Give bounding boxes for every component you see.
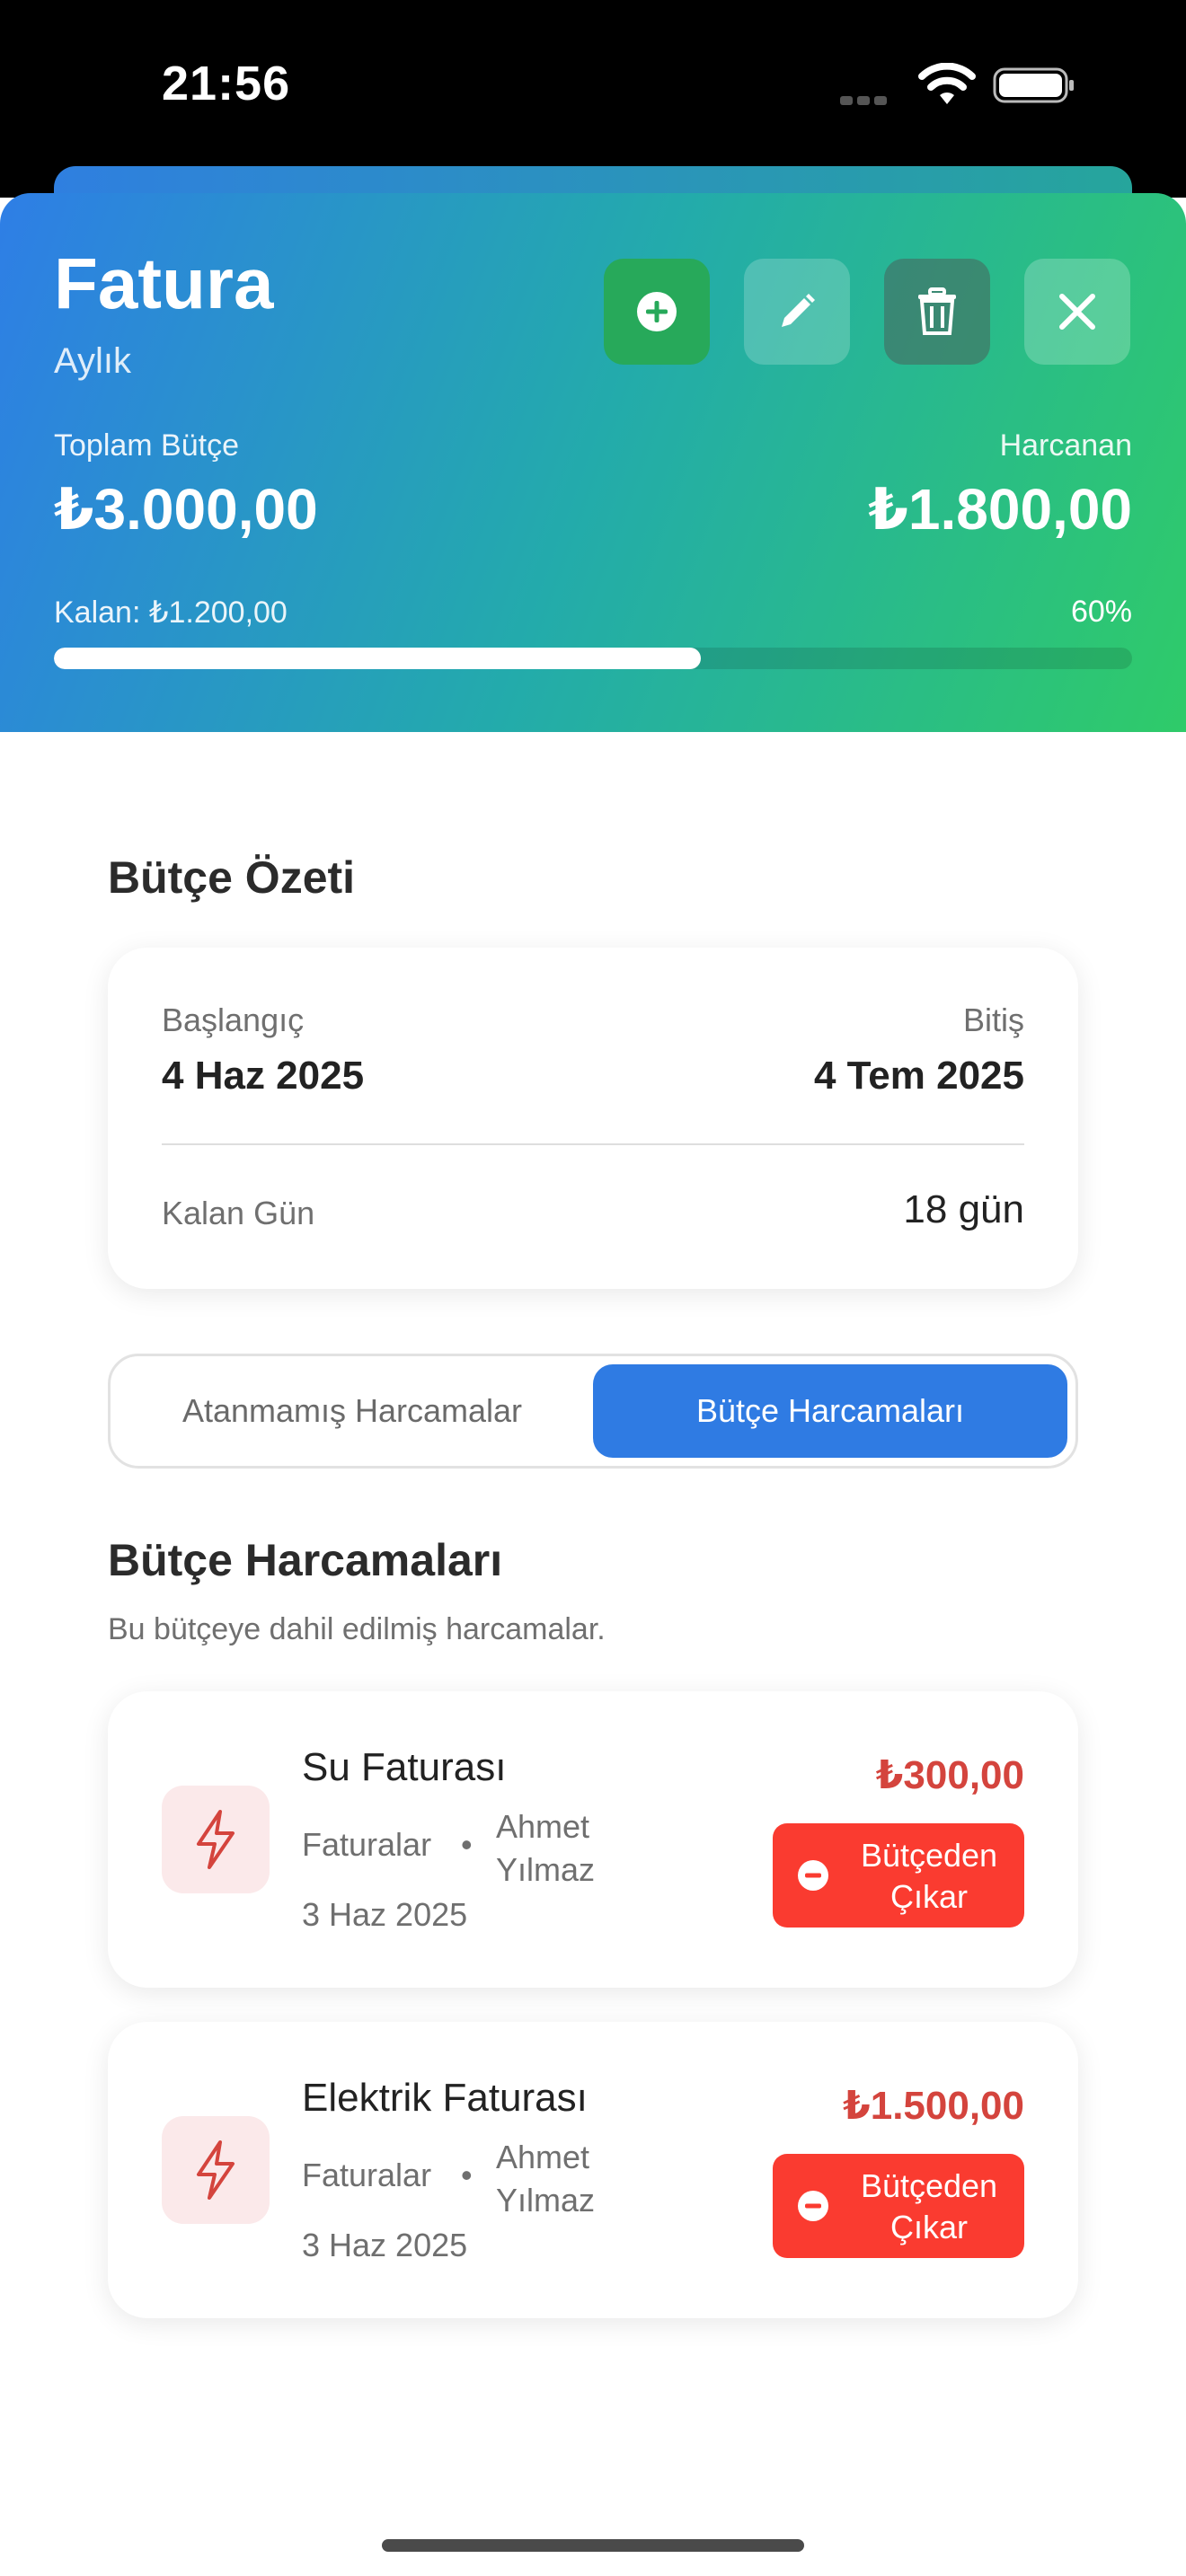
expense-category-icon (162, 1786, 270, 1893)
meta-separator: • (461, 2157, 473, 2193)
end-date-label: Bitiş (962, 1001, 1024, 1038)
start-date-label: Başlangıç (162, 1001, 305, 1038)
expense-date: 3 Haz 2025 (302, 1896, 468, 1933)
lightning-icon (197, 2140, 235, 2200)
progress-percent: 60% (1070, 595, 1132, 629)
budget-progress-fill (54, 648, 701, 669)
expense-category: Faturalar (302, 2157, 432, 2193)
pencil-icon (782, 294, 815, 327)
status-time: 21:56 (162, 57, 291, 110)
expense-name: Elektrik Faturası (302, 2076, 588, 2120)
remove-from-budget-button[interactable]: Bütçeden Çıkar (773, 1823, 1024, 1928)
summary-title: Bütçe Özeti (108, 852, 356, 903)
trash-icon (918, 287, 956, 335)
expense-category: Faturalar (302, 1826, 432, 1863)
start-date-value: 4 Haz 2025 (162, 1054, 365, 1098)
expense-segmented-control: Atanmamış Harcamalar Bütçe Harcamaları (108, 1354, 1078, 1469)
expenses-title: Bütçe Harcamaları (108, 1535, 503, 1585)
summary-divider (162, 1143, 1024, 1145)
minus-circle-icon (798, 1860, 828, 1891)
meta-separator: • (461, 1826, 473, 1863)
summary-card: Başlangıç 4 Haz 2025 Bitiş 4 Tem 2025 Ka… (108, 948, 1078, 1289)
budget-progress-bar (54, 648, 1132, 669)
expense-card[interactable]: Su Faturası Faturalar • Ahmet Yılmaz 3 H… (108, 1691, 1078, 1988)
remove-from-budget-button[interactable]: Bütçeden Çıkar (773, 2154, 1024, 2258)
close-button[interactable] (1024, 259, 1130, 365)
tab-unassigned-expenses[interactable]: Atanmamış Harcamalar (119, 1364, 586, 1458)
plus-circle-icon (637, 292, 677, 331)
spent-label: Harcanan (999, 428, 1132, 463)
battery-icon (993, 67, 1074, 103)
expense-name: Su Faturası (302, 1745, 507, 1789)
tab-budget-expenses[interactable]: Bütçe Harcamaları (593, 1364, 1067, 1458)
add-expense-button[interactable] (604, 259, 710, 365)
spent-value: ₺1.800,00 (868, 477, 1132, 542)
delete-budget-button[interactable] (884, 259, 990, 365)
remaining-amount: Kalan: ₺1.200,00 (54, 595, 288, 630)
total-budget-label: Toplam Bütçe (54, 428, 239, 463)
end-date-value: 4 Tem 2025 (813, 1054, 1024, 1098)
total-budget-value: ₺3.000,00 (54, 477, 318, 542)
lightning-icon (197, 1810, 235, 1869)
budget-header: Fatura Aylık Toplam Bütçe ₺3.000,00 Harc… (0, 193, 1186, 732)
edit-budget-button[interactable] (744, 259, 850, 365)
budget-title: Fatura (54, 243, 274, 323)
wifi-icon (918, 63, 976, 104)
close-icon (1059, 294, 1095, 330)
expense-card[interactable]: Elektrik Faturası Faturalar • Ahmet Yılm… (108, 2022, 1078, 2318)
expense-user: Ahmet Yılmaz (496, 1808, 596, 1888)
home-indicator (382, 2539, 804, 2552)
budget-period: Aylık (54, 341, 131, 381)
minus-circle-icon (798, 2191, 828, 2221)
remaining-days-label: Kalan Gün (162, 1195, 315, 1231)
expenses-description: Bu bütçeye dahil edilmiş harcamalar. (108, 1612, 606, 1646)
expense-user: Ahmet Yılmaz (496, 2139, 596, 2219)
remaining-days-value: 18 gün (903, 1187, 1024, 1231)
expense-date: 3 Haz 2025 (302, 2227, 468, 2263)
expense-amount: ₺300,00 (875, 1753, 1024, 1797)
cellular-signal-icon (840, 93, 903, 106)
remove-button-label: Bütçeden Çıkar (860, 1837, 998, 1915)
expense-category-icon (162, 2116, 270, 2224)
expense-amount: ₺1.500,00 (843, 2084, 1024, 2128)
remove-button-label: Bütçeden Çıkar (860, 2167, 998, 2245)
